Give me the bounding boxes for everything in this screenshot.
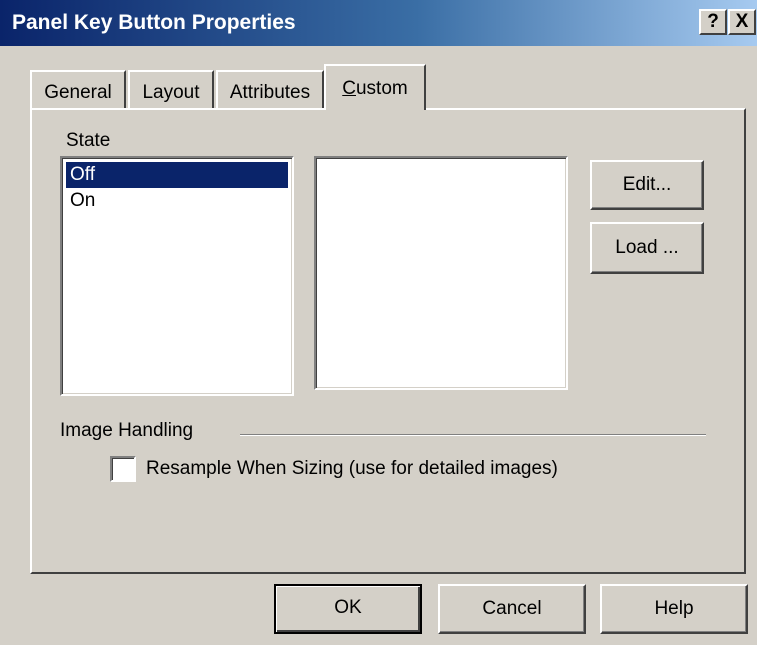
image-handling-label: Image Handling — [60, 420, 194, 441]
tab-layout-label: Layout — [142, 82, 200, 103]
tab-custom-label: ustom — [355, 78, 408, 99]
tab-custom-mnemonic: C — [342, 78, 356, 99]
group-divider — [240, 434, 706, 436]
load-button[interactable]: Load ... — [590, 222, 704, 274]
title-bar[interactable]: Panel Key Button Properties ? X — [0, 0, 757, 46]
resample-label[interactable]: Resample When Sizing (use for detailed i… — [146, 458, 558, 480]
help-button[interactable]: Help — [600, 584, 748, 634]
tab-custom[interactable]: Custom — [324, 64, 426, 114]
edit-button[interactable]: Edit... — [590, 160, 704, 210]
tab-layout[interactable]: Layout — [128, 70, 214, 110]
state-label: State — [66, 130, 111, 151]
tab-general[interactable]: General — [30, 70, 126, 110]
tab-general-label: General — [44, 82, 112, 103]
properties-dialog: Panel Key Button Properties ? X General … — [0, 0, 757, 645]
ok-button[interactable]: OK — [274, 584, 422, 634]
tab-attributes-label: Attributes — [229, 82, 311, 103]
state-list[interactable]: Off On — [60, 156, 294, 396]
resample-checkbox[interactable] — [110, 456, 136, 482]
help-icon[interactable]: ? — [699, 9, 727, 35]
state-item-on[interactable]: On — [66, 188, 288, 214]
close-icon[interactable]: X — [728, 9, 756, 35]
tab-attributes[interactable]: Attributes — [216, 70, 324, 110]
state-item-off[interactable]: Off — [66, 162, 288, 188]
image-preview — [314, 156, 568, 390]
cancel-button[interactable]: Cancel — [438, 584, 586, 634]
window-title: Panel Key Button Properties — [12, 11, 296, 34]
